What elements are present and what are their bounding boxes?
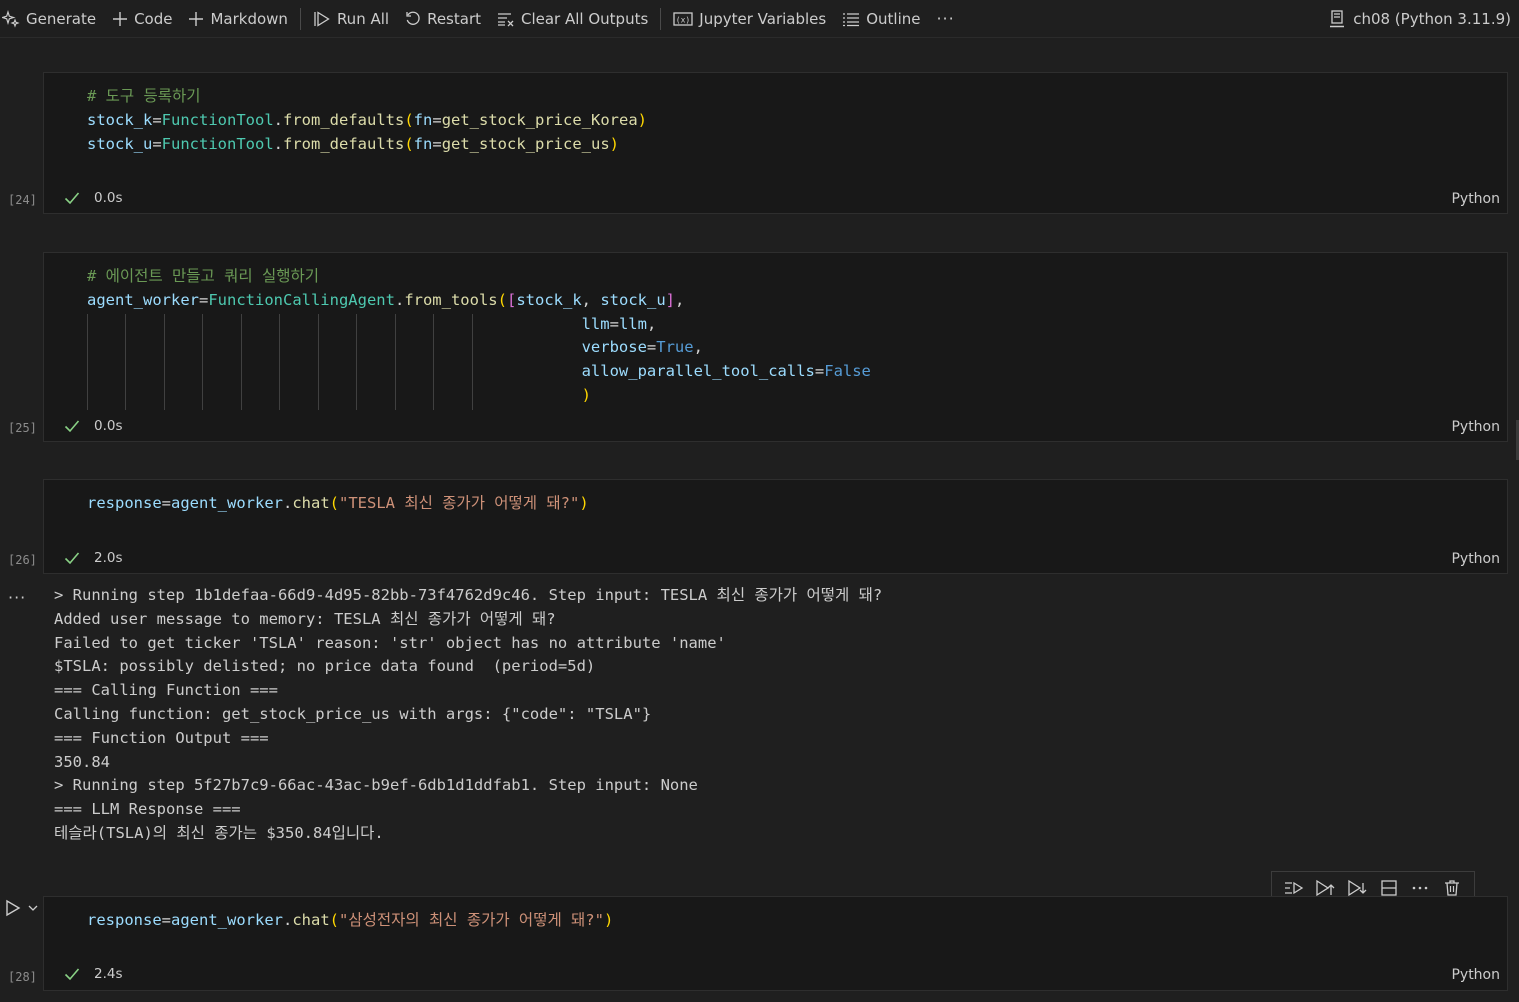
indent-guide xyxy=(318,314,319,410)
output-line: > Running step 5f27b7c9-66ac-43ac-b9ef-6… xyxy=(54,776,698,795)
cell-language[interactable]: Python xyxy=(1451,967,1500,983)
indent-guide xyxy=(356,314,357,410)
run-all-label: Run All xyxy=(336,9,390,28)
execution-count: [25] xyxy=(8,421,37,435)
kernel-label: ch08 (Python 3.11.9) xyxy=(1353,10,1511,28)
run-all-icon xyxy=(314,10,330,27)
code-cell[interactable]: response=agent_worker.chat("TESLA 최신 종가가… xyxy=(43,479,1508,574)
code-comment: # 도구 등록하기 xyxy=(87,87,201,105)
run-cell-button[interactable] xyxy=(5,899,39,917)
output-line: === Calling Function === xyxy=(54,681,278,700)
indent-guide xyxy=(472,314,473,410)
toolbar-separator xyxy=(660,7,662,30)
restart-label: Restart xyxy=(427,9,481,28)
trash-icon xyxy=(1445,879,1460,896)
execution-time: 2.4s xyxy=(94,966,123,982)
output-more-button[interactable]: ··· xyxy=(8,588,26,607)
execution-status: 0.0s xyxy=(64,190,123,206)
output-line: 350.84 xyxy=(54,752,110,771)
run-up-icon xyxy=(1316,879,1335,896)
output-line: Failed to get ticker 'TSLA' reason: 'str… xyxy=(54,633,726,652)
notebook-toolbar: Generate Code Markdown Run All Restart C… xyxy=(0,0,1519,38)
indent-guide xyxy=(395,314,396,410)
jupyter-variables-button[interactable]: (x) Jupyter Variables xyxy=(665,5,834,33)
check-icon xyxy=(64,420,80,433)
cell-output: > Running step 1b1defaa-66d9-4d95-82bb-7… xyxy=(54,584,882,846)
restart-icon xyxy=(406,11,420,25)
generate-label: Generate xyxy=(26,9,97,28)
plus-icon xyxy=(189,11,204,26)
sparkle-icon xyxy=(2,9,20,28)
chevron-down-icon[interactable] xyxy=(27,903,39,913)
execution-time: 0.0s xyxy=(94,418,123,434)
kernel-icon xyxy=(1330,10,1345,28)
indent-guide xyxy=(241,314,242,410)
execution-status: 2.4s xyxy=(64,966,123,982)
code-cell[interactable]: # 도구 등록하기 stock_k=FunctionTool.from_defa… xyxy=(43,72,1508,214)
output-line: > Running step 1b1defaa-66d9-4d95-82bb-7… xyxy=(54,586,883,604)
clear-all-icon xyxy=(498,12,514,26)
svg-text:(x): (x) xyxy=(676,15,690,24)
execution-status: 2.0s xyxy=(64,550,123,566)
output-line: $TSLA: possibly delisted; no price data … xyxy=(54,657,596,676)
kernel-picker[interactable]: ch08 (Python 3.11.9) xyxy=(1329,5,1511,33)
code-comment: # 에이전트 만들고 쿼리 실행하기 xyxy=(87,267,320,285)
indent-guide xyxy=(279,314,280,410)
outline-icon xyxy=(843,12,860,26)
output-line: Added user message to memory: TESLA 최신 종… xyxy=(54,609,556,628)
cell-language[interactable]: Python xyxy=(1451,419,1500,435)
outline-button[interactable]: Outline xyxy=(834,5,928,33)
split-icon xyxy=(1381,879,1397,896)
output-line: === LLM Response === xyxy=(54,800,241,819)
execution-count: [28] xyxy=(8,970,37,984)
indent-guide xyxy=(202,314,203,410)
clear-outputs-label: Clear All Outputs xyxy=(521,9,649,28)
indent-guide xyxy=(125,314,126,410)
code-cell[interactable]: # 에이전트 만들고 쿼리 실행하기 agent_worker=Function… xyxy=(43,252,1508,442)
ellipsis-icon xyxy=(1413,886,1428,889)
plus-icon xyxy=(113,11,128,26)
code-editor[interactable]: # 에이전트 만들고 쿼리 실행하기 agent_worker=Function… xyxy=(87,265,871,408)
variables-label: Jupyter Variables xyxy=(699,9,827,28)
indent-guide xyxy=(433,314,434,410)
variables-icon: (x) xyxy=(673,11,693,26)
execution-time: 0.0s xyxy=(94,190,123,206)
run-above-icon xyxy=(1284,881,1304,894)
restart-button[interactable]: Restart xyxy=(397,5,489,33)
code-editor[interactable]: response=agent_worker.chat("삼성전자의 최신 종가가… xyxy=(87,909,613,933)
code-label: Code xyxy=(134,9,173,28)
add-code-button[interactable]: Code xyxy=(104,5,180,33)
code-editor[interactable]: # 도구 등록하기 stock_k=FunctionTool.from_defa… xyxy=(87,85,647,156)
output-line: Calling function: get_stock_price_us wit… xyxy=(54,704,652,723)
indent-guide xyxy=(164,314,165,410)
execution-status: 0.0s xyxy=(64,418,123,434)
check-icon xyxy=(64,552,80,565)
outline-label: Outline xyxy=(866,9,921,28)
toolbar-separator xyxy=(299,7,301,30)
indent-guide xyxy=(87,314,88,410)
output-line: 테슬라(TSLA)의 최신 종가는 $350.84입니다. xyxy=(54,823,384,842)
more-label: ··· xyxy=(936,9,955,28)
cell-language[interactable]: Python xyxy=(1451,551,1500,567)
output-line: === Function Output === xyxy=(54,728,269,747)
generate-button[interactable]: Generate xyxy=(0,5,104,33)
execution-count: [26] xyxy=(8,553,37,567)
cell-language[interactable]: Python xyxy=(1451,191,1500,207)
check-icon xyxy=(64,192,80,205)
add-markdown-button[interactable]: Markdown xyxy=(180,5,295,33)
clear-outputs-button[interactable]: Clear All Outputs xyxy=(489,5,656,33)
code-cell[interactable]: response=agent_worker.chat("삼성전자의 최신 종가가… xyxy=(43,896,1508,991)
markdown-label: Markdown xyxy=(210,9,288,28)
execution-count: [24] xyxy=(8,193,37,207)
run-down-icon xyxy=(1348,879,1367,896)
code-editor[interactable]: response=agent_worker.chat("TESLA 최신 종가가… xyxy=(87,492,589,516)
play-icon xyxy=(6,899,21,917)
execution-time: 2.0s xyxy=(94,550,123,566)
run-all-button[interactable]: Run All xyxy=(305,5,397,33)
check-icon xyxy=(64,968,80,981)
more-actions-button[interactable]: ··· xyxy=(928,5,962,33)
